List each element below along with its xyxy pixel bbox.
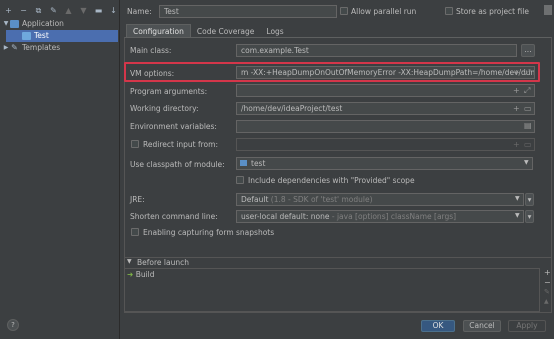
capture-snapshots-checkbox[interactable] [131, 228, 139, 236]
redirect-input-field [236, 138, 535, 151]
test-config-icon [22, 32, 31, 40]
vm-options-field[interactable]: m -XX:+HeapDumpOnOutOfMemoryError -XX:He… [236, 66, 535, 79]
classpath-module-value: test [251, 159, 266, 168]
before-launch-list: ➜ Build [124, 268, 540, 312]
classpath-module-label: Use classpath of module: [130, 160, 225, 169]
sort-icon[interactable]: ↓ [109, 5, 118, 17]
tree-node-templates[interactable]: ▶ ✎ Templates [2, 42, 119, 54]
tree-node-templates-label: Templates [22, 43, 61, 52]
help-label: ? [11, 321, 15, 329]
before-launch-collapse-icon[interactable]: ▼ [127, 258, 132, 265]
tree-node-test[interactable]: Test [6, 30, 118, 42]
jre-label: JRE: [130, 195, 145, 204]
store-project-checkbox[interactable] [445, 7, 453, 15]
remove-icon[interactable]: − [19, 5, 28, 17]
shorten-cmd-label: Shorten command line: [130, 212, 218, 221]
before-launch-up-icon[interactable]: ▲ [544, 298, 549, 305]
before-launch-item-label: Build [135, 270, 155, 279]
include-deps-checkbox[interactable] [236, 176, 244, 184]
help-button[interactable]: ? [7, 319, 19, 331]
before-launch-title: Before launch [137, 258, 189, 267]
main-class-field[interactable]: com.example.Test [236, 44, 517, 57]
folder-icon[interactable]: ▬ [94, 5, 103, 17]
redirect-folder-icon: ▭ [524, 140, 532, 149]
scrollbar-thumb[interactable] [544, 5, 552, 15]
name-field[interactable]: Test [159, 5, 337, 18]
expand-arrow-icon[interactable]: ▼ [2, 18, 10, 30]
name-label: Name: [127, 7, 152, 16]
jre-value: Default [241, 195, 269, 204]
tree-node-application[interactable]: ▼ Application [2, 18, 119, 30]
store-project-label: Store as project file [456, 7, 529, 16]
shorten-cmd-hint: - java [options] className [args] [331, 212, 457, 221]
env-vars-label: Environment variables: [130, 122, 217, 131]
program-args-add-icon[interactable]: + [513, 86, 520, 95]
before-launch-toolbar: + − ✎ ▲ [542, 268, 552, 312]
main-class-browse-button[interactable]: ... [521, 44, 535, 57]
jre-dropdown-icon[interactable]: ▼ [515, 195, 520, 202]
working-dir-folder-icon[interactable]: ▭ [524, 104, 532, 113]
program-args-expand-icon[interactable]: ⤢ [524, 86, 530, 96]
build-arrow-icon: ➜ [127, 270, 134, 279]
program-args-label: Program arguments: [130, 87, 208, 96]
before-launch-edit-icon[interactable]: ✎ [544, 288, 550, 296]
working-dir-add-icon[interactable]: + [513, 104, 520, 113]
tree-toolbar: + − ⧉ ✎ ▲ ▼ ▬ ↓ [4, 4, 118, 18]
vm-options-label: VM options: [130, 69, 175, 78]
move-up-icon[interactable]: ▲ [64, 5, 73, 17]
capture-snapshots-label: Enabling capturing form snapshots [143, 228, 275, 237]
env-vars-edit-icon[interactable]: ▤ [524, 121, 532, 130]
classpath-module-select[interactable]: test [236, 157, 533, 170]
tree-node-application-label: Application [22, 19, 64, 28]
working-dir-label: Working directory: [130, 104, 199, 113]
env-vars-field[interactable] [236, 120, 535, 133]
before-launch-add-icon[interactable]: + [544, 268, 551, 277]
shorten-more-button[interactable]: ▾ [525, 210, 534, 223]
program-args-field[interactable] [236, 84, 535, 97]
cancel-button[interactable]: Cancel [463, 320, 501, 332]
working-dir-field[interactable]: /home/dev/ideaProject/test [236, 102, 535, 115]
vm-options-value: m -XX:+HeapDumpOnOutOfMemoryError -XX:He… [241, 68, 535, 77]
main-class-label: Main class: [130, 46, 172, 55]
module-folder-icon [240, 160, 247, 166]
shorten-cmd-select[interactable]: user-local default: none - java [options… [236, 210, 524, 223]
shorten-cmd-value: user-local default: none [241, 212, 330, 221]
jre-select[interactable]: Default (1.8 - SDK of 'test' module) [236, 193, 524, 206]
allow-parallel-label: Allow parallel run [351, 7, 417, 16]
include-deps-label: Include dependencies with "Provided" sco… [248, 176, 415, 185]
jre-more-button[interactable]: ▾ [525, 193, 534, 206]
jre-hint: (1.8 - SDK of 'test' module) [270, 195, 373, 204]
run-config-tree-panel: + − ⧉ ✎ ▲ ▼ ▬ ↓ ▼ Application Test ▶ ✎ T… [0, 0, 120, 339]
add-icon[interactable]: + [4, 5, 13, 17]
allow-parallel-checkbox[interactable] [340, 7, 348, 15]
copy-icon[interactable]: ⧉ [34, 5, 43, 17]
templates-wrench-icon: ✎ [11, 43, 18, 52]
before-launch-item[interactable]: ➜ Build [127, 270, 155, 280]
move-down-icon[interactable]: ▼ [79, 5, 88, 17]
application-icon [10, 20, 19, 28]
shorten-dropdown-icon[interactable]: ▼ [515, 212, 520, 219]
apply-button: Apply [508, 320, 546, 332]
redirect-input-checkbox[interactable] [131, 140, 139, 148]
redirect-input-label: Redirect input from: [143, 140, 218, 149]
before-launch-remove-icon[interactable]: − [544, 278, 551, 287]
redirect-add-icon: + [513, 140, 520, 149]
collapse-arrow-icon[interactable]: ▶ [2, 42, 10, 54]
tab-configuration[interactable]: Configuration [126, 24, 191, 38]
vm-options-expand-icon[interactable]: ⤢ [524, 68, 530, 78]
tree-node-test-label: Test [34, 31, 49, 40]
wrench-icon[interactable]: ✎ [49, 5, 58, 17]
classpath-dropdown-icon[interactable]: ▼ [524, 159, 529, 166]
vm-options-add-icon[interactable]: + [513, 68, 520, 77]
config-tabs: Configuration Code Coverage Logs [126, 24, 290, 38]
ok-button[interactable]: OK [421, 320, 455, 332]
run-config-editor: Name: Test Allow parallel run Store as p… [121, 0, 554, 339]
